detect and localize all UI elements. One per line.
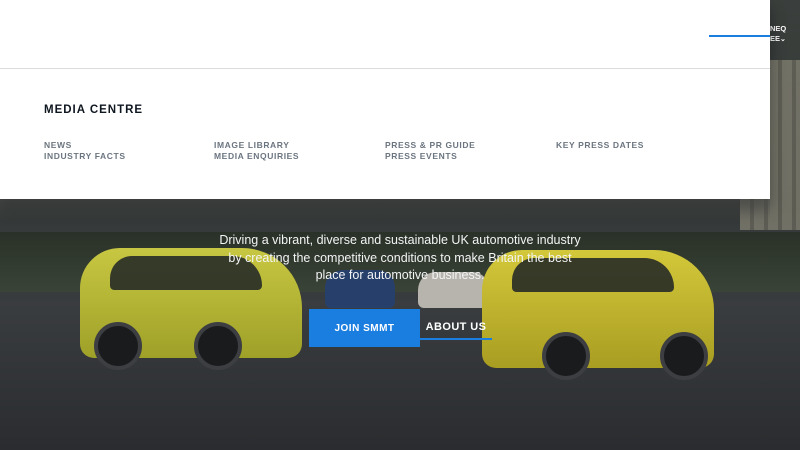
utility-line-1: NEQ [770,24,787,33]
join-smmt-button[interactable]: JOIN SMMT [309,309,420,347]
panel-divider [0,68,770,69]
panel-shadow [0,199,770,221]
menu-link-key-press-dates[interactable]: KEY PRESS DATES [556,140,644,151]
menu-link-industry-facts[interactable]: INDUSTRY FACTS [44,151,126,162]
menu-column-3: PRESS & PR GUIDE PRESS EVENTS [385,140,475,162]
menu-link-press-pr-guide[interactable]: PRESS & PR GUIDE [385,140,475,151]
mega-menu-panel: MEDIA CENTRE NEWS INDUSTRY FACTS IMAGE L… [0,0,770,199]
menu-link-image-library[interactable]: IMAGE LIBRARY [214,140,299,151]
menu-column-2: IMAGE LIBRARY MEDIA ENQUIRIES [214,140,299,162]
utility-line-2: EE [770,34,781,43]
hero-tagline: Driving a vibrant, diverse and sustainab… [200,232,600,285]
tagline-line-1: Driving a vibrant, diverse and sustainab… [219,233,581,247]
active-nav-indicator [709,35,770,37]
chevron-down-icon: ⌄ [780,36,786,43]
about-us-button[interactable]: ABOUT US [420,316,492,340]
utility-menu[interactable]: NEQ EE⌄ [770,24,800,48]
menu-link-press-events[interactable]: PRESS EVENTS [385,151,475,162]
menu-link-news[interactable]: NEWS [44,140,126,151]
menu-link-media-enquiries[interactable]: MEDIA ENQUIRIES [214,151,299,162]
tagline-line-3: place for automotive business. [315,268,485,282]
mega-menu-title: MEDIA CENTRE [44,104,144,116]
tagline-line-2: by creating the competitive conditions t… [228,250,572,265]
menu-column-1: NEWS INDUSTRY FACTS [44,140,126,162]
menu-column-4: KEY PRESS DATES [556,140,644,151]
